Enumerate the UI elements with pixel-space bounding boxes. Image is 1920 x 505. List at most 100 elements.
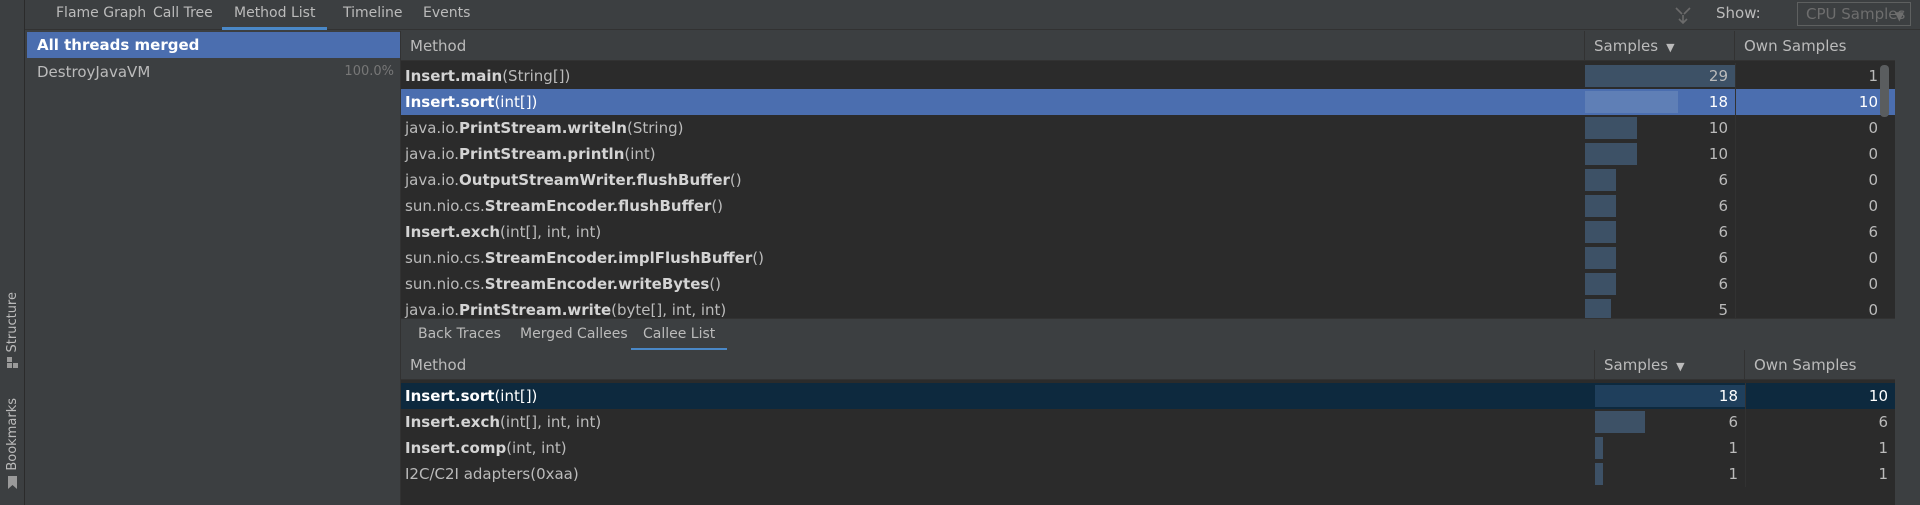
own-samples-value: 10 (1858, 93, 1878, 111)
samples-value: 10 (1708, 145, 1728, 163)
samples-value: 6 (1718, 223, 1728, 241)
column-header-method[interactable]: Method (401, 350, 1595, 380)
method-name: java.io.PrintStream.writeln(String) (405, 119, 684, 137)
samples-value: 1 (1728, 439, 1738, 457)
table-row[interactable]: java.io.PrintStream.write(byte[], int, i… (401, 297, 1895, 318)
samples-header-label: Samples (1594, 37, 1659, 55)
bookmark-icon (8, 475, 17, 489)
left-tool-strip: Structure Bookmarks (0, 0, 25, 505)
method-name: java.io.PrintStream.println(int) (405, 145, 656, 163)
structure-tool-tab[interactable]: Structure (0, 292, 25, 369)
column-separator (1735, 167, 1736, 193)
samples-value: 18 (1718, 387, 1738, 405)
table-row[interactable]: java.io.PrintStream.writeln(String) 10 0 (401, 115, 1895, 141)
column-separator (1745, 383, 1746, 409)
table-row[interactable]: Insert.sort(int[]) 18 10 (401, 383, 1895, 409)
tab-events[interactable]: Events (411, 0, 482, 30)
column-separator (1735, 115, 1736, 141)
own-samples-value: 6 (1868, 223, 1878, 241)
profiler-view-tabs: Flame Graph Call Tree Method List Timeli… (25, 0, 1920, 30)
column-header-own-samples[interactable]: Own Samples (1745, 350, 1895, 380)
table-header: Method Samples ▼ Own Samples (401, 350, 1895, 380)
samples-value: 6 (1718, 249, 1728, 267)
tab-merged-callees[interactable]: Merged Callees (508, 319, 640, 351)
samples-value: 10 (1708, 119, 1728, 137)
column-separator (1745, 461, 1746, 487)
table-row[interactable]: Insert.sort(int[]) 18 10 (401, 89, 1895, 115)
table-row[interactable]: Insert.comp(int, int) 1 1 (401, 435, 1895, 461)
own-samples-value: 0 (1868, 171, 1878, 189)
column-header-samples[interactable]: Samples ▼ (1585, 31, 1735, 61)
column-separator (1735, 245, 1736, 271)
merge-callees-icon[interactable] (1673, 5, 1693, 25)
tab-method-list[interactable]: Method List (222, 0, 328, 30)
own-samples-value: 6 (1878, 413, 1888, 431)
bookmarks-tab-label: Bookmarks (5, 398, 20, 471)
samples-value: 18 (1708, 93, 1728, 111)
method-name: sun.nio.cs.StreamEncoder.flushBuffer() (405, 197, 724, 215)
samples-value: 6 (1718, 197, 1728, 215)
table-row[interactable]: Insert.main(String[]) 29 1 (401, 63, 1895, 89)
own-samples-value: 0 (1868, 275, 1878, 293)
table-row[interactable]: java.io.OutputStreamWriter.flushBuffer()… (401, 167, 1895, 193)
method-name: java.io.PrintStream.write(byte[], int, i… (405, 301, 727, 318)
table-row[interactable]: I2C/C2I adapters(0xaa) 1 1 (401, 461, 1895, 487)
column-header-samples[interactable]: Samples ▼ (1595, 350, 1745, 380)
tab-callee-list[interactable]: Callee List (631, 319, 728, 351)
method-name: Insert.exch(int[], int, int) (405, 223, 602, 241)
thread-name: DestroyJavaVM (37, 63, 151, 81)
samples-value: 6 (1728, 413, 1738, 431)
callee-list-table: Method Samples ▼ Own Samples Insert.sort(… (401, 350, 1895, 505)
vertical-scrollbar[interactable] (1880, 65, 1889, 117)
column-separator (1735, 89, 1736, 115)
thread-percent: 100.0% (344, 64, 394, 79)
thread-item-destroyjavavm[interactable]: DestroyJavaVM 100.0% (27, 59, 400, 85)
sort-descending-icon: ▼ (1666, 41, 1675, 54)
column-separator (1735, 297, 1736, 318)
method-name: Insert.sort(int[]) (405, 93, 538, 111)
thread-name: All threads merged (37, 36, 200, 54)
show-label: Show: (1716, 4, 1761, 22)
method-list-table: Method Samples ▼ Own Samples Insert.main(… (401, 31, 1895, 318)
own-samples-value: 0 (1868, 145, 1878, 163)
chevron-down-icon: ▼ (1894, 9, 1904, 23)
samples-header-label: Samples (1604, 356, 1669, 374)
column-separator (1735, 63, 1736, 89)
table-row[interactable]: Insert.exch(int[], int, int) 6 6 (401, 219, 1895, 245)
structure-icon (7, 357, 18, 369)
table-row[interactable]: sun.nio.cs.StreamEncoder.flushBuffer() 6 0 (401, 193, 1895, 219)
structure-tab-label: Structure (5, 292, 20, 353)
own-samples-value: 1 (1878, 439, 1888, 457)
method-name: Insert.comp(int, int) (405, 439, 567, 457)
sort-descending-icon: ▼ (1676, 360, 1685, 373)
table-row[interactable]: Insert.exch(int[], int, int) 6 6 (401, 409, 1895, 435)
samples-value: 29 (1708, 67, 1728, 85)
bookmarks-tool-tab[interactable]: Bookmarks (0, 398, 25, 489)
method-name: sun.nio.cs.StreamEncoder.writeBytes() (405, 275, 722, 293)
show-select-value: CPU Samples (1806, 5, 1906, 23)
table-row[interactable]: sun.nio.cs.StreamEncoder.writeBytes() 6 0 (401, 271, 1895, 297)
method-name: sun.nio.cs.StreamEncoder.implFlushBuffer… (405, 249, 764, 267)
tab-timeline[interactable]: Timeline (331, 0, 415, 30)
threads-list: All threads merged DestroyJavaVM 100.0% (27, 31, 400, 505)
method-name: Insert.sort(int[]) (405, 387, 538, 405)
method-name: Insert.main(String[]) (405, 67, 571, 85)
own-samples-value: 0 (1868, 197, 1878, 215)
samples-value: 1 (1728, 465, 1738, 483)
tab-call-tree[interactable]: Call Tree (141, 0, 225, 30)
table-header: Method Samples ▼ Own Samples (401, 31, 1895, 61)
method-name: Insert.exch(int[], int, int) (405, 413, 602, 431)
column-separator (1745, 435, 1746, 461)
method-name: java.io.OutputStreamWriter.flushBuffer() (405, 171, 742, 189)
table-row[interactable]: sun.nio.cs.StreamEncoder.implFlushBuffer… (401, 245, 1895, 271)
column-separator (1735, 271, 1736, 297)
column-separator (1735, 141, 1736, 167)
show-select[interactable]: CPU Samples ▼ (1797, 2, 1911, 26)
table-row[interactable]: java.io.PrintStream.println(int) 10 0 (401, 141, 1895, 167)
thread-item-all-merged[interactable]: All threads merged (27, 32, 400, 58)
own-samples-value: 0 (1868, 301, 1878, 318)
column-header-method[interactable]: Method (401, 31, 1585, 61)
column-header-own-samples[interactable]: Own Samples (1735, 31, 1885, 61)
detail-view-tabs: Back Traces Merged Callees Callee List (401, 318, 1895, 351)
tab-back-traces[interactable]: Back Traces (406, 319, 513, 351)
